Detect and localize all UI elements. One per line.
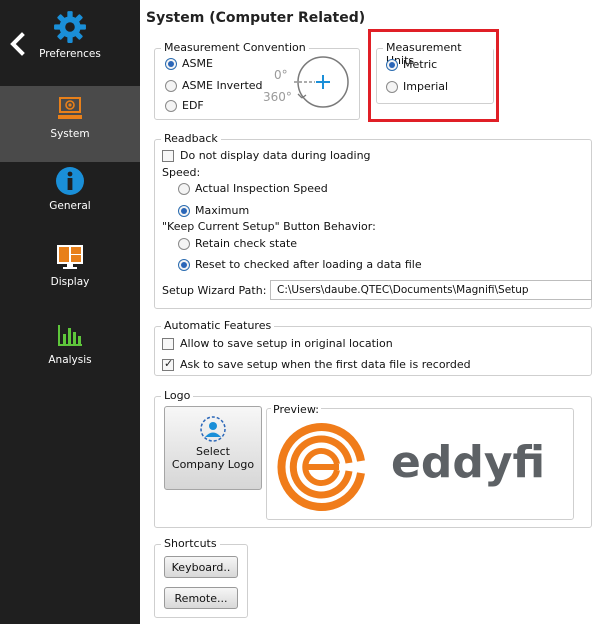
- radio-button[interactable]: [178, 258, 190, 271]
- sidebar-item-label: General: [49, 200, 91, 212]
- radio-label: Reset to checked after loading a data fi…: [195, 258, 422, 271]
- radio-reset-checked[interactable]: Reset to checked after loading a data fi…: [178, 258, 422, 271]
- monitor-icon: [57, 245, 83, 269]
- info-icon: [56, 167, 84, 195]
- group-legend: Logo: [161, 389, 194, 402]
- select-logo-label-line2: Company Logo: [171, 458, 255, 471]
- group-legend: Shortcuts: [161, 537, 220, 550]
- checkbox-label: Allow to save setup in original location: [180, 337, 393, 350]
- radio-retain-check[interactable]: Retain check state: [178, 237, 297, 250]
- sidebar: Preferences System General Display Analy…: [0, 0, 140, 624]
- convention-diagram: 0° 360°: [262, 54, 360, 110]
- radio-asme-inverted[interactable]: ASME Inverted: [165, 79, 263, 92]
- radio-label: ASME: [182, 57, 213, 70]
- sidebar-item-label: Preferences: [39, 48, 101, 60]
- radio-button[interactable]: [178, 182, 190, 195]
- checkbox-label: Ask to save setup when the first data fi…: [180, 358, 471, 371]
- remote-button[interactable]: Remote...: [164, 587, 238, 609]
- radio-edf[interactable]: EDF: [165, 99, 204, 112]
- sidebar-item-display[interactable]: Display: [0, 242, 140, 318]
- preview-label: Preview:: [271, 403, 321, 416]
- highlight-annotation-box: [368, 29, 499, 122]
- radio-button[interactable]: [178, 204, 190, 217]
- allow-save-checkbox-row[interactable]: Allow to save setup in original location: [162, 337, 393, 350]
- sidebar-item-analysis[interactable]: Analysis: [0, 320, 140, 396]
- eddyfi-logo-mark: [277, 423, 365, 511]
- no-display-checkbox[interactable]: [162, 149, 174, 162]
- keep-setup-label: "Keep Current Setup" Button Behavior:: [162, 220, 376, 233]
- sidebar-item-label: Analysis: [48, 354, 92, 366]
- radio-button[interactable]: [178, 237, 190, 250]
- sidebar-item-preferences[interactable]: Preferences: [0, 10, 140, 86]
- no-display-checkbox-row[interactable]: Do not display data during loading: [162, 149, 371, 162]
- user-icon: [200, 416, 226, 442]
- ask-save-checkbox[interactable]: [162, 357, 174, 371]
- radio-label: EDF: [182, 99, 204, 112]
- page-title: System (Computer Related): [146, 10, 366, 26]
- main-panel: System (Computer Related) Measurement Co…: [140, 0, 592, 624]
- select-company-logo-button[interactable]: Select Company Logo: [164, 406, 262, 490]
- keyboard-button[interactable]: Keyboard..: [164, 556, 238, 578]
- computer-icon: [58, 97, 82, 119]
- logo-preview-box: Preview: eddyfi: [266, 403, 574, 520]
- rotation-dial-icon: [294, 56, 349, 108]
- eddyfi-brand-text: eddyfi: [391, 437, 546, 488]
- setup-wizard-path-label: Setup Wizard Path:: [162, 284, 267, 297]
- sidebar-item-label: System: [50, 128, 90, 140]
- speed-label: Speed:: [162, 166, 201, 179]
- sidebar-item-general[interactable]: General: [0, 166, 140, 242]
- bar-chart-icon: [58, 325, 82, 346]
- radio-actual-speed[interactable]: Actual Inspection Speed: [178, 182, 328, 195]
- radio-label: ASME Inverted: [182, 79, 263, 92]
- allow-save-checkbox[interactable]: [162, 337, 174, 350]
- select-logo-label-line1: Select: [196, 445, 230, 458]
- radio-button[interactable]: [165, 99, 177, 112]
- gear-icon: [54, 11, 86, 43]
- group-legend: Automatic Features: [161, 319, 275, 332]
- group-legend: Measurement Convention: [161, 41, 309, 54]
- radio-button[interactable]: [165, 79, 177, 92]
- group-legend: Readback: [161, 132, 221, 145]
- sidebar-item-system[interactable]: System: [0, 86, 140, 162]
- ask-save-checkbox-row[interactable]: Ask to save setup when the first data fi…: [162, 357, 471, 371]
- radio-maximum[interactable]: Maximum: [178, 204, 249, 217]
- radio-asme[interactable]: ASME: [165, 57, 213, 70]
- setup-wizard-path-input[interactable]: [270, 280, 592, 300]
- checkbox-label: Do not display data during loading: [180, 149, 371, 162]
- radio-label: Actual Inspection Speed: [195, 182, 328, 195]
- radio-label: Retain check state: [195, 237, 298, 250]
- radio-label: Maximum: [195, 204, 250, 217]
- radio-button[interactable]: [165, 57, 177, 70]
- sidebar-item-label: Display: [50, 276, 90, 288]
